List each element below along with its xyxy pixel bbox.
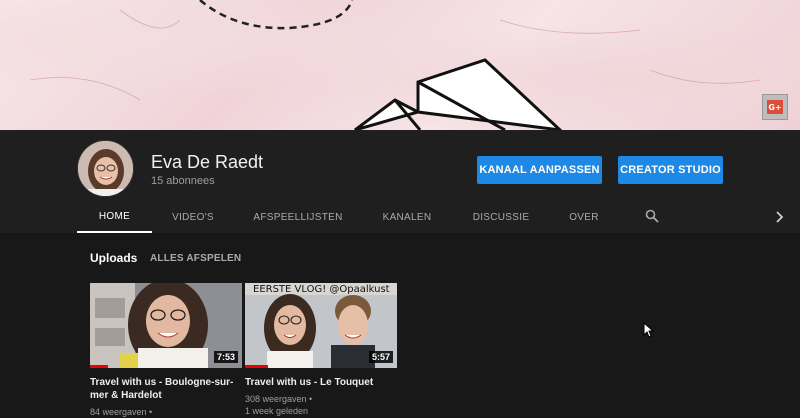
banner-art bbox=[29, 0, 761, 130]
search-icon[interactable] bbox=[645, 209, 659, 223]
video-duration: 7:53 bbox=[213, 351, 238, 363]
tab-discussion[interactable]: DISCUSSIE bbox=[466, 202, 536, 233]
chevron-right-icon[interactable] bbox=[775, 211, 785, 223]
uploads-heading[interactable]: Uploads bbox=[90, 251, 137, 265]
channel-header: Eva De Raedt 15 abonnees KANAAL AANPASSE… bbox=[0, 130, 800, 233]
video-views: 84 weergaven • bbox=[90, 407, 153, 417]
channel-banner: G+ bbox=[0, 0, 800, 130]
video-card[interactable]: 7:53 Travel with us - Boulogne-sur-mer &… bbox=[90, 283, 242, 418]
google-plus-icon: G+ bbox=[767, 100, 783, 114]
avatar[interactable] bbox=[77, 140, 134, 197]
video-thumbnail[interactable]: EERSTE VLOG! @Opaalkust 5:57 bbox=[245, 283, 397, 368]
video-age: 1 week geleden bbox=[245, 406, 309, 416]
google-plus-button[interactable]: G+ bbox=[762, 94, 788, 120]
customize-channel-button[interactable]: KANAAL AANPASSEN bbox=[477, 156, 602, 184]
tab-videos[interactable]: VIDEO'S bbox=[162, 202, 224, 233]
play-all-button[interactable]: ALLES AFSPELEN bbox=[150, 253, 241, 264]
tab-channels[interactable]: KANALEN bbox=[373, 202, 441, 233]
watch-progress-bar bbox=[90, 365, 109, 368]
channel-name: Eva De Raedt bbox=[151, 152, 264, 172]
subscriber-count: 15 abonnees bbox=[151, 175, 215, 187]
video-duration: 5:57 bbox=[368, 351, 393, 363]
watch-progress-bar bbox=[245, 365, 268, 368]
video-title[interactable]: Travel with us - Le Touquet bbox=[245, 376, 397, 389]
channel-tabs: HOME VIDEO'S AFSPEELLIJSTEN KANALEN DISC… bbox=[0, 202, 800, 233]
video-thumbnail[interactable]: 7:53 bbox=[90, 283, 242, 368]
video-title[interactable]: Travel with us - Boulogne-sur-mer & Hard… bbox=[90, 376, 242, 402]
tab-playlists[interactable]: AFSPEELLIJSTEN bbox=[246, 202, 350, 233]
channel-content: Uploads ALLES AFSPELEN 7:53 Travel with … bbox=[0, 233, 800, 418]
video-card[interactable]: EERSTE VLOG! @Opaalkust 5:57 Travel with… bbox=[245, 283, 397, 417]
creator-studio-button[interactable]: CREATOR STUDIO bbox=[618, 156, 723, 184]
video-views: 308 weergaven • bbox=[245, 394, 313, 404]
mouse-cursor-icon bbox=[643, 322, 655, 338]
thumbnail-caption: EERSTE VLOG! @Opaalkust bbox=[253, 284, 390, 295]
avatar-photo bbox=[78, 141, 133, 196]
tab-home[interactable]: HOME bbox=[77, 202, 152, 233]
tab-about[interactable]: OVER bbox=[560, 202, 608, 233]
